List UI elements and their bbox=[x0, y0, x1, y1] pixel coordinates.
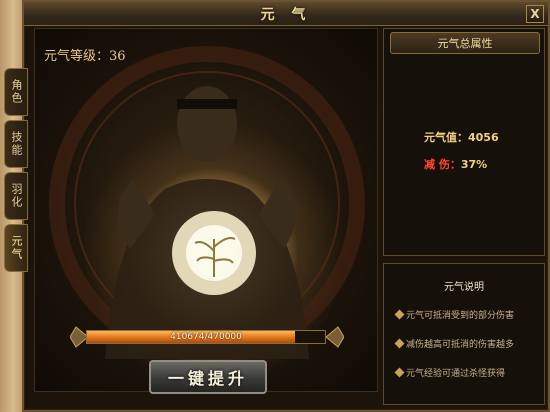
tab-yuanqi[interactable]: 元气 bbox=[4, 224, 28, 272]
info-item-text: 元气可抵消受到的部分伤害 bbox=[406, 311, 515, 321]
attributes-panel: 元气总属性 元气值：4056 减 伤：37% bbox=[383, 28, 545, 256]
one-click-upgrade-button[interactable]: 一键提升 bbox=[149, 360, 267, 394]
exp-progress-text: 410674/470000 bbox=[170, 332, 242, 342]
attributes-header: 元气总属性 bbox=[390, 32, 540, 54]
title-bar[interactable]: 元 气 X bbox=[24, 2, 548, 26]
diamond-bullet-icon bbox=[394, 367, 405, 378]
exp-progress-bar: 410674/470000 bbox=[86, 330, 326, 344]
figure-blindfold bbox=[177, 99, 237, 109]
damage-reduction-stat: 减 伤：37% bbox=[424, 156, 487, 172]
damage-reduction-label: 减 伤： bbox=[424, 158, 461, 171]
info-item: 元气可抵消受到的部分伤害 bbox=[394, 308, 515, 321]
yuanqi-value-stat: 元气值：4056 bbox=[424, 129, 499, 145]
info-title: 元气说明 bbox=[444, 282, 484, 293]
tab-character[interactable]: 角色 bbox=[4, 68, 28, 116]
figure-head bbox=[177, 86, 237, 162]
yuanqi-value: 4056 bbox=[468, 131, 499, 144]
close-button[interactable]: X bbox=[526, 5, 544, 23]
info-panel: 元气说明 元气可抵消受到的部分伤害 减伤越高可抵消的伤害越多 元气经验可通过杀怪… bbox=[383, 263, 545, 405]
progress-right-ornament bbox=[326, 326, 344, 348]
tab-skills[interactable]: 技能 bbox=[4, 120, 28, 168]
diamond-bullet-icon bbox=[394, 338, 405, 349]
tab-feather[interactable]: 羽化 bbox=[4, 172, 28, 220]
info-item-text: 元气经验可通过杀怪获得 bbox=[406, 369, 506, 379]
yuanqi-value-label: 元气值： bbox=[424, 131, 468, 144]
damage-reduction-value: 37% bbox=[460, 158, 488, 171]
info-item: 元气经验可通过杀怪获得 bbox=[394, 366, 506, 379]
diamond-bullet-icon bbox=[394, 309, 405, 320]
window-title: 元 气 bbox=[260, 6, 312, 23]
info-item-text: 减伤越高可抵消的伤害越多 bbox=[406, 340, 515, 350]
info-item: 减伤越高可抵消的伤害越多 bbox=[394, 337, 515, 350]
yuanqi-level-label: 元气等级：36 bbox=[44, 49, 126, 64]
